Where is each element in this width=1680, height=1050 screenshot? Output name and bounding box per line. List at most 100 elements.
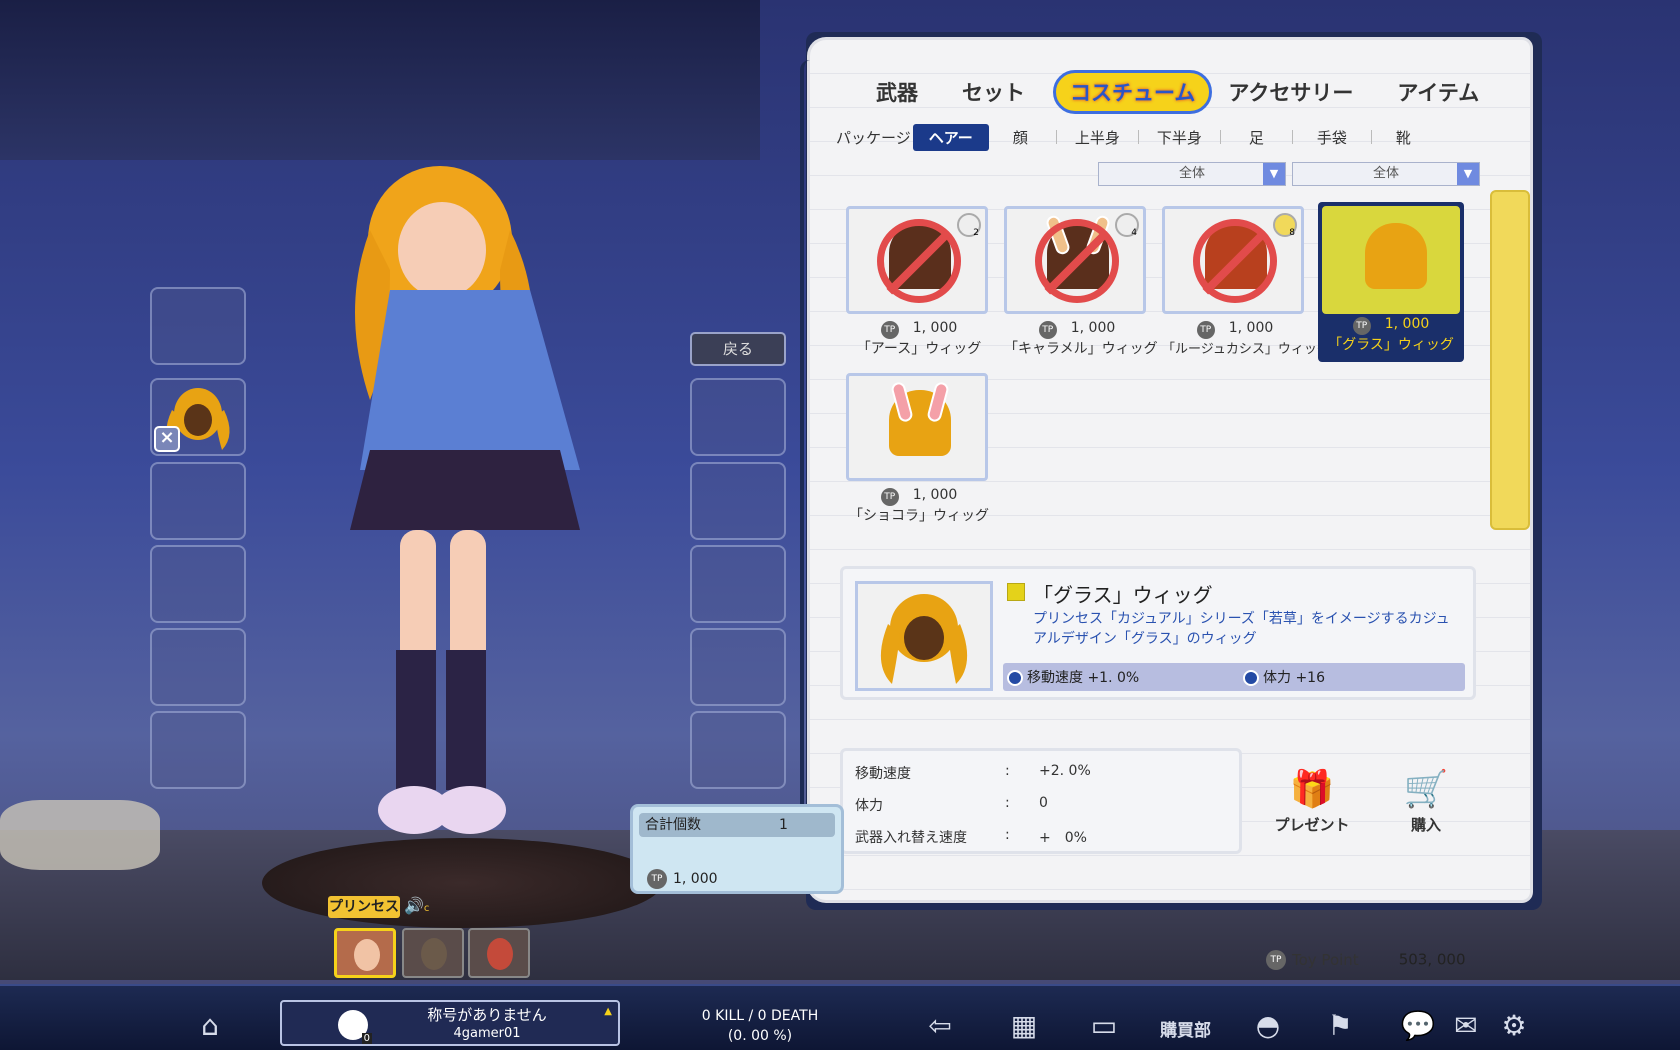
calendar-icon[interactable]: ▦	[1004, 1008, 1044, 1044]
club-label[interactable]: 購買部	[1160, 1016, 1211, 1041]
stat-move-speed-text: 移動速度 +1. 0%	[1027, 670, 1140, 686]
subtab-lower-body[interactable]: 下半身	[1143, 127, 1216, 148]
item-thumbnail: 2	[846, 206, 988, 314]
detail-stats-bar: 移動速度 +1. 0% 体力 +16	[1003, 663, 1465, 691]
quantity-value[interactable]: 1	[779, 813, 788, 837]
buy-button[interactable]: 🛒 購入	[1376, 770, 1476, 850]
subtab-legs[interactable]: 足	[1225, 127, 1288, 148]
tab-weapon[interactable]: 武器	[860, 77, 934, 107]
subtab-hair[interactable]: ヘアー	[912, 123, 989, 151]
total-row: 体力 : 0	[855, 795, 1048, 815]
filter-dropdown-2[interactable]: 全体 ▼	[1292, 162, 1480, 186]
chevron-up-icon[interactable]: ▲	[604, 1006, 612, 1017]
back-arrow-icon[interactable]: ⇦	[920, 1008, 960, 1044]
quantity-price-value: 1, 000	[673, 871, 718, 887]
cart-slot-2[interactable]	[690, 462, 786, 540]
quantity-price: TP 1, 000	[647, 869, 718, 889]
chevron-down-icon: ▼	[1457, 163, 1479, 185]
total-stats-panel: 移動速度 : +2. 0% 体力 : 0 武器入れ替え速度 : + 0%	[840, 748, 1242, 854]
filter-2-value: 全体	[1372, 166, 1399, 181]
shop-item-rouge-cassis-wig[interactable]: 8 TP 1, 000 「ルージュカシス」ウィッグ	[1162, 206, 1330, 368]
item-name: 「アース」ウィッグ	[856, 341, 982, 357]
character-portrait-1[interactable]	[334, 928, 396, 978]
item-price-value: 1, 000	[912, 320, 958, 336]
mail-icon[interactable]: ✉	[1446, 1008, 1486, 1044]
prohibited-icon	[1193, 219, 1277, 303]
item-price-value: 1, 000	[1070, 320, 1116, 336]
tp-coin-icon: TP	[880, 321, 899, 339]
buy-label: 購入	[1410, 816, 1441, 834]
tab-accessory[interactable]: アクセサリー	[1212, 77, 1369, 107]
equip-slot-3[interactable]	[150, 462, 246, 540]
helmet-icon[interactable]: ◓	[1248, 1008, 1288, 1044]
present-label: プレゼント	[1274, 816, 1350, 834]
equip-slot-5[interactable]	[150, 628, 246, 706]
subtab-upper-body[interactable]: 上半身	[1061, 127, 1134, 148]
shop-item-chocolat-wig[interactable]: TP 1, 000 「ショコラ」ウィッグ	[846, 373, 992, 535]
stat-move-speed: 移動速度 +1. 0%	[1007, 667, 1139, 687]
equip-slot-4[interactable]	[150, 545, 246, 623]
tab-set[interactable]: セット	[946, 77, 1041, 107]
subtab-face[interactable]: 顔	[989, 127, 1052, 148]
subtab-gloves[interactable]: 手袋	[1297, 127, 1367, 148]
chat-icon[interactable]: 💬	[1398, 1008, 1438, 1044]
tab-item[interactable]: アイテム	[1381, 77, 1495, 107]
shop-item-earth-wig[interactable]: 2 TP 1, 000 「アース」ウィッグ	[846, 206, 992, 368]
prohibited-icon	[1035, 219, 1119, 303]
home-icon[interactable]: ⌂	[190, 1008, 230, 1044]
back-button[interactable]: 戻る	[690, 332, 786, 366]
gift-icon: 🎁	[1289, 769, 1335, 810]
total-value: 0	[1039, 795, 1048, 811]
stat-hp: 体力 +16	[1243, 667, 1325, 687]
character-portrait-2[interactable]	[402, 928, 464, 978]
profile-panel[interactable]: 0 称号がありません 4gamer01 ▲	[280, 1000, 620, 1046]
cart-icon: 🛒	[1403, 769, 1449, 810]
present-button[interactable]: 🎁 プレゼント	[1262, 770, 1362, 850]
folder-icon[interactable]: ▭	[1084, 1008, 1124, 1044]
character-model[interactable]	[330, 150, 650, 870]
item-thumbnail	[846, 373, 988, 481]
item-thumbnail: 4	[1004, 206, 1146, 314]
subtab-divider	[1137, 130, 1139, 144]
shop-item-caramel-wig[interactable]: 4 TP 1, 000 「キャラメル」ウィッグ	[1004, 206, 1158, 368]
scrollbar-bookmark[interactable]	[1490, 190, 1530, 530]
equip-slot-6[interactable]	[150, 711, 246, 789]
item-name: 「ルージュカシス」ウィッグ	[1162, 342, 1330, 357]
shop-item-grass-wig[interactable]: TP 1, 000 「グラス」ウィッグ	[1318, 202, 1464, 362]
kill-death-ratio: (0. 00 %)	[727, 1028, 793, 1044]
total-row: 移動速度 : +2. 0%	[855, 763, 1091, 783]
item-price-value: 1, 000	[1228, 320, 1274, 336]
detail-title: 「グラス」ウィッグ	[1033, 583, 1213, 607]
flag-icon[interactable]: ⚑	[1320, 1008, 1360, 1044]
remove-item-icon[interactable]: ×	[154, 426, 180, 452]
cart-slot-1[interactable]	[690, 378, 786, 456]
toy-point-value: 503, 000	[1398, 950, 1466, 969]
chevron-down-icon: ▼	[1263, 163, 1285, 185]
total-label: 武器入れ替え速度	[855, 830, 967, 846]
subtab-divider	[1370, 130, 1372, 144]
toy-point-display: TP Toy Point 503, 000	[1266, 950, 1465, 970]
sound-icon[interactable]: 🔊c	[404, 896, 429, 915]
character-portrait-3[interactable]	[468, 928, 530, 978]
total-value: + 0%	[1039, 830, 1087, 846]
cart-slot-5[interactable]	[690, 711, 786, 789]
cart-slot-4[interactable]	[690, 628, 786, 706]
item-detail-panel: 「グラス」ウィッグ プリンセス「カジュアル」シリーズ「若草」をイメージするカジュ…	[840, 566, 1476, 700]
stat-hp-text: 体力 +16	[1263, 670, 1325, 686]
total-colon: :	[1005, 795, 1010, 811]
filter-dropdown-1[interactable]: 全体 ▼	[1098, 162, 1286, 186]
item-name: 「グラス」ウィッグ	[1328, 337, 1454, 353]
equip-slot-1[interactable]	[150, 287, 246, 365]
main-tab-bar: 武器 セット コスチューム アクセサリー アイテム	[860, 70, 1480, 114]
tab-costume[interactable]: コスチューム	[1053, 70, 1213, 114]
prohibited-icon	[877, 219, 961, 303]
sound-note: c	[423, 903, 430, 914]
equip-slot-hair[interactable]: ×	[150, 378, 246, 456]
gear-icon[interactable]: ⚙	[1494, 1008, 1534, 1044]
subtab-shoes[interactable]: 靴	[1376, 127, 1431, 148]
quantity-row: 合計個数 1	[639, 813, 835, 837]
cart-slot-3[interactable]	[690, 545, 786, 623]
wig-icon	[1365, 223, 1427, 289]
count-badge: 4	[1115, 213, 1139, 238]
subtab-package[interactable]: パッケージ	[834, 127, 913, 148]
